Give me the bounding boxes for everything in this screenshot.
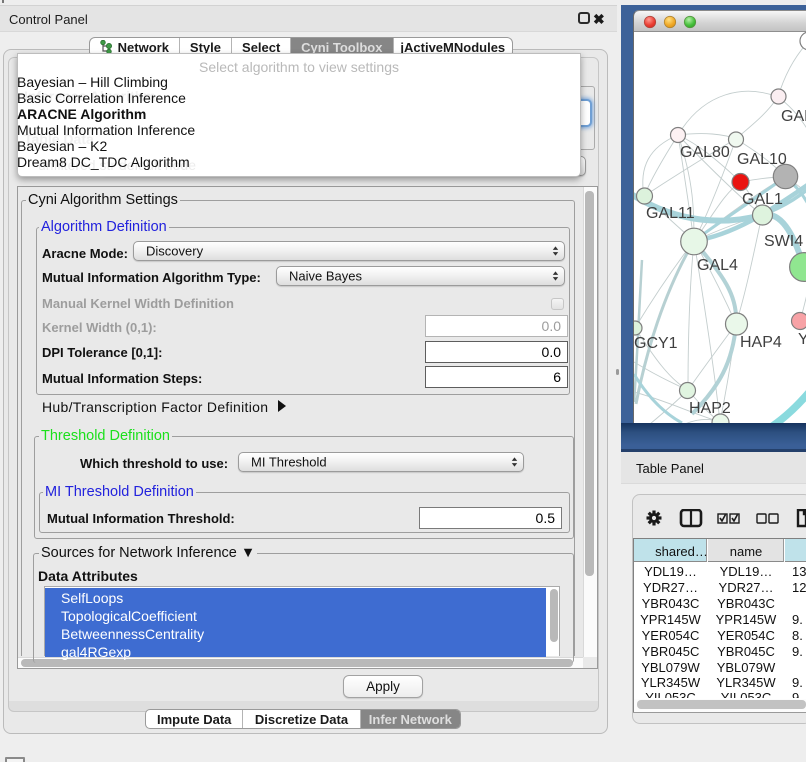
svg-text:SWI4: SWI4 — [764, 233, 803, 250]
svg-text:GAL4: GAL4 — [697, 257, 738, 274]
svg-text:GCY1: GCY1 — [634, 335, 678, 352]
svg-text:HAP2: HAP2 — [689, 400, 731, 417]
svg-text:YM: YM — [798, 331, 806, 348]
svg-text:GAL7: GAL7 — [781, 108, 806, 125]
svg-text:HAP4: HAP4 — [740, 334, 782, 351]
svg-text:GAL11: GAL11 — [646, 205, 695, 222]
svg-text:GAL80: GAL80 — [680, 144, 730, 161]
svg-text:GAL10: GAL10 — [737, 151, 787, 168]
svg-text:GAL1: GAL1 — [742, 191, 783, 208]
